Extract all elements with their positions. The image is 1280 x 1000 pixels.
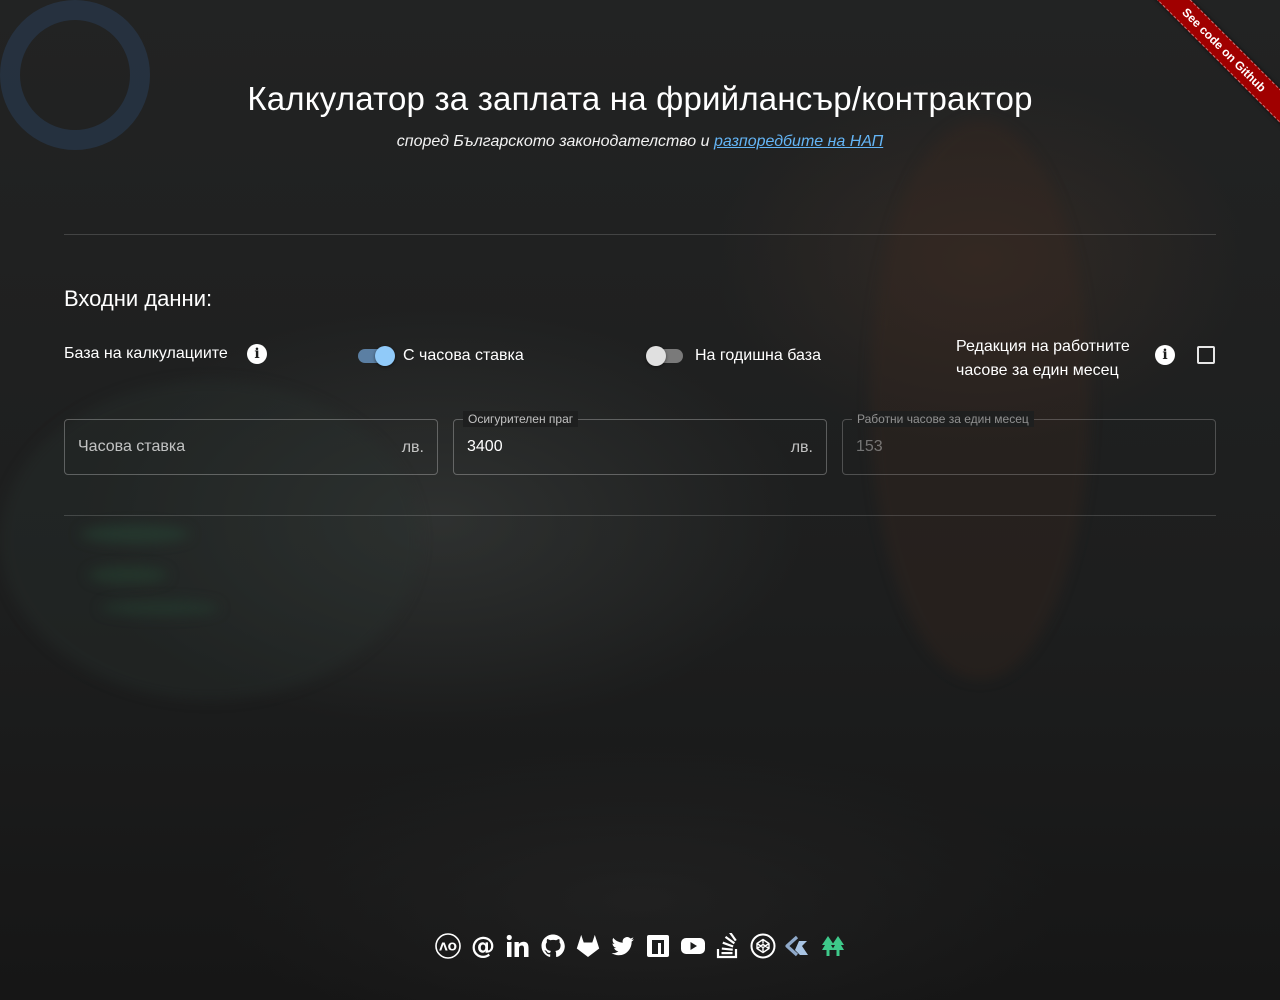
info-icon[interactable]: i (1155, 345, 1175, 365)
hourly-rate-placeholder[interactable]: Часова ставка (78, 438, 185, 456)
calculation-basis-label: База на калкулациите (64, 345, 228, 362)
twitter-icon[interactable] (609, 931, 636, 961)
pine-tree-icon[interactable] (819, 931, 846, 961)
edit-hours-label: Редакция на работните часове за един мес… (956, 335, 1130, 383)
edit-hours-label-line2: часове за един месец (956, 362, 1119, 379)
github-ribbon[interactable]: See code on Github (1130, 0, 1280, 150)
hourly-rate-suffix: лв. (401, 439, 424, 456)
annual-basis-toggle-label[interactable]: На годишна база (695, 347, 821, 365)
hourly-rate-toggle[interactable] (358, 346, 395, 366)
github-ribbon-label[interactable]: See code on Github (1144, 0, 1280, 130)
npm-icon[interactable] (644, 931, 671, 961)
section-title-inputs: Входни данни: (64, 286, 213, 311)
github-icon[interactable] (539, 931, 566, 961)
codeship-icon[interactable] (784, 931, 811, 961)
monthly-hours-field: Работни часове за един месец 153 (842, 411, 1216, 475)
divider-top (64, 234, 1216, 235)
insurance-threshold-label: Осигурителен праг (463, 411, 579, 427)
page-subtitle: според Българското законодателство и раз… (0, 133, 1280, 151)
svg-text:@: @ (471, 933, 495, 959)
insurance-threshold-value[interactable]: 3400 (467, 438, 503, 456)
youtube-icon[interactable] (679, 931, 706, 961)
insurance-threshold-suffix: лв. (790, 439, 813, 456)
stackoverflow-icon[interactable] (714, 931, 741, 961)
edit-hours-label-line1: Редакция на работните (956, 338, 1130, 355)
page-title: Калкулатор за заплата на фрийлансър/конт… (247, 80, 1033, 117)
gitlab-icon[interactable] (574, 931, 601, 961)
toggle-knob[interactable] (375, 346, 395, 366)
linkedin-icon[interactable] (504, 931, 531, 961)
annual-basis-toggle[interactable] (646, 346, 683, 366)
info-icon[interactable]: i (247, 344, 267, 364)
edit-hours-checkbox[interactable] (1197, 346, 1215, 364)
toggle-knob[interactable] (646, 346, 666, 366)
svg-text:ΛO: ΛO (439, 941, 457, 954)
subtitle-text: според Българското законодателство и (396, 133, 714, 150)
social-links: ΛO @ (0, 931, 1280, 961)
hourly-rate-field[interactable]: Часова ставка лв. (64, 419, 438, 475)
a0-icon[interactable]: ΛO (434, 931, 461, 961)
divider-bottom (64, 515, 1216, 516)
insurance-threshold-field[interactable]: Осигурителен праг 3400 лв. (453, 411, 827, 475)
at-icon[interactable]: @ (469, 931, 496, 961)
nap-link[interactable]: разпоредбите на НАП (714, 133, 883, 150)
monthly-hours-label: Работни часове за един месец (852, 411, 1034, 427)
codepen-icon[interactable] (749, 931, 776, 961)
monthly-hours-value: 153 (856, 438, 883, 455)
hourly-rate-toggle-label[interactable]: С часова ставка (403, 347, 524, 365)
